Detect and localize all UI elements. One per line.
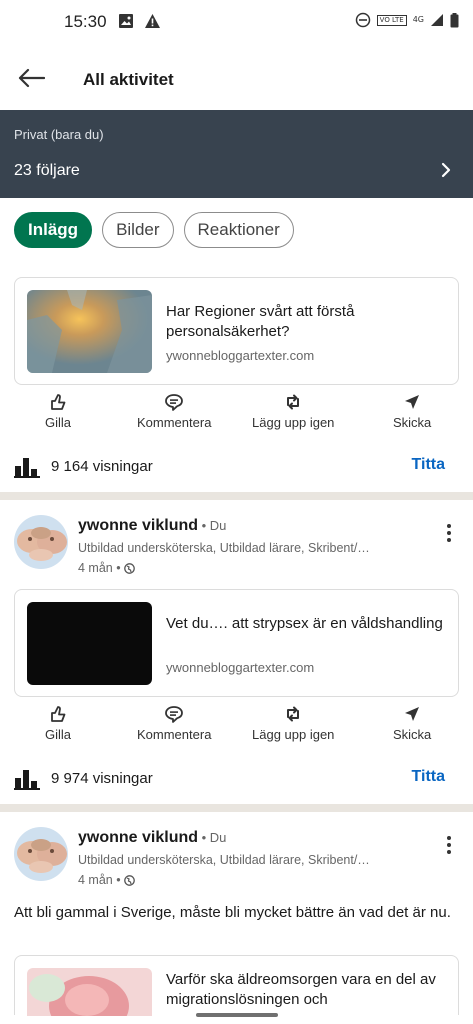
tab-images[interactable]: Bilder — [102, 212, 174, 248]
back-arrow-icon — [18, 68, 45, 88]
views-count: 9 164 visningar — [51, 458, 153, 475]
send-icon — [405, 707, 420, 721]
link-title: Har Regioner svårt att förstå personalsä… — [166, 303, 355, 340]
author-you-badge: • Du — [198, 830, 227, 845]
status-time: 15:30 — [64, 12, 107, 31]
send-icon — [405, 395, 420, 409]
author-headline: Utbildad undersköterska, Utbildad lärare… — [78, 853, 370, 867]
comment-button[interactable]: Kommentera — [137, 705, 211, 742]
home-indicator[interactable] — [196, 1013, 278, 1017]
send-button[interactable]: Skicka — [393, 393, 431, 430]
link-thumbnail — [27, 290, 152, 373]
link-thumbnail — [27, 602, 152, 685]
link-thumbnail — [27, 968, 152, 1016]
like-icon — [51, 394, 66, 410]
like-label: Gilla — [45, 415, 72, 430]
author-name[interactable]: ywonne viklund • Du — [78, 829, 226, 847]
comment-icon — [165, 706, 184, 723]
link-title: Varför ska äldreomsorgen vara en del av … — [166, 971, 436, 1008]
analytics-icon — [14, 458, 40, 478]
chevron-right-icon — [441, 162, 451, 178]
do-not-disturb-icon — [355, 12, 370, 28]
send-button[interactable]: Skicka — [393, 705, 431, 742]
warning-icon — [145, 14, 160, 28]
post-text: Att bli gammal i Sverige, måste bli myck… — [14, 904, 451, 921]
like-icon — [51, 706, 66, 722]
link-preview-card[interactable]: Varför ska äldreomsorgen vara en del av … — [14, 955, 459, 1016]
volte-badge: VO LTE — [376, 14, 407, 26]
globe-icon — [123, 562, 135, 574]
comment-button[interactable]: Kommentera — [137, 393, 211, 430]
tab-posts[interactable]: Inlägg — [14, 212, 93, 248]
followers-banner[interactable]: Privat (bara du) 23 följare — [0, 110, 473, 198]
author-name-text: ywonne viklund — [78, 517, 199, 534]
status-right-icons: VO LTE 4G — [355, 12, 459, 28]
battery-icon — [450, 12, 459, 27]
app-header: All aktivitet — [0, 44, 473, 110]
post-time: 4 mån • — [78, 561, 135, 575]
repost-label: Lägg upp igen — [252, 727, 335, 742]
signal-icon — [431, 14, 443, 26]
link-title: Vet du…. att strypsex är en våldshandlin… — [166, 615, 443, 632]
status-left-icons — [118, 13, 161, 29]
comment-icon — [165, 394, 184, 411]
globe-icon — [123, 874, 135, 886]
more-options-button[interactable] — [441, 833, 457, 857]
avatar[interactable] — [14, 515, 68, 569]
tab-reactions[interactable]: Reaktioner — [183, 212, 294, 248]
link-domain: ywonnebloggartexter.com — [166, 660, 315, 675]
image-icon — [119, 14, 133, 28]
link-domain: ywonnebloggartexter.com — [166, 348, 315, 363]
author-headline: Utbildad undersköterska, Utbildad lärare… — [78, 541, 370, 555]
post-stats: 9 164 visningar Titta — [0, 452, 473, 482]
post-actions: Gilla Kommentera Lägg upp igen Skicka — [0, 393, 473, 439]
comment-label: Kommentera — [137, 727, 212, 742]
filter-tabs: Inlägg Bilder Reaktioner — [14, 212, 294, 248]
comment-label: Kommentera — [137, 415, 212, 430]
analytics-icon — [14, 770, 40, 790]
status-bar: 15:30 VO LTE 4G — [0, 0, 473, 44]
more-options-button[interactable] — [441, 521, 457, 545]
link-preview-card[interactable]: Har Regioner svårt att förstå personalsä… — [14, 277, 459, 385]
post-author: ywonne viklund • Du Utbildad undersköter… — [0, 827, 473, 893]
back-button[interactable] — [14, 62, 48, 94]
repost-icon — [287, 394, 300, 410]
send-label: Skicka — [393, 415, 432, 430]
author-name[interactable]: ywonne viklund • Du — [78, 517, 226, 535]
repost-icon — [287, 706, 300, 722]
avatar[interactable] — [14, 827, 68, 881]
link-preview-card[interactable]: Vet du…. att strypsex är en våldshandlin… — [14, 589, 459, 697]
view-analytics-button[interactable]: Titta — [412, 456, 445, 474]
divider — [0, 804, 473, 812]
post-stats: 9 974 visningar Titta — [0, 764, 473, 794]
send-label: Skicka — [393, 727, 432, 742]
repost-button[interactable]: Lägg upp igen — [252, 705, 334, 742]
followers-count: 23 följare — [14, 162, 80, 179]
view-analytics-button[interactable]: Titta — [412, 768, 445, 786]
page-title: All aktivitet — [83, 70, 174, 89]
repost-button[interactable]: Lägg upp igen — [252, 393, 334, 430]
post-time-text: 4 mån • — [78, 873, 121, 887]
like-button[interactable]: Gilla — [45, 393, 71, 430]
author-you-badge: • Du — [198, 518, 227, 533]
post-time-text: 4 mån • — [78, 561, 121, 575]
views-count: 9 974 visningar — [51, 770, 153, 787]
repost-label: Lägg upp igen — [252, 415, 335, 430]
network-type: 4G — [412, 15, 424, 24]
divider — [0, 492, 473, 500]
privacy-label: Privat (bara du) — [14, 127, 104, 142]
author-name-text: ywonne viklund — [78, 829, 199, 846]
post-actions: Gilla Kommentera Lägg upp igen Skicka — [0, 705, 473, 751]
post-time: 4 mån • — [78, 873, 135, 887]
post-author: ywonne viklund • Du Utbildad undersköter… — [0, 515, 473, 581]
like-label: Gilla — [45, 727, 72, 742]
like-button[interactable]: Gilla — [45, 705, 71, 742]
